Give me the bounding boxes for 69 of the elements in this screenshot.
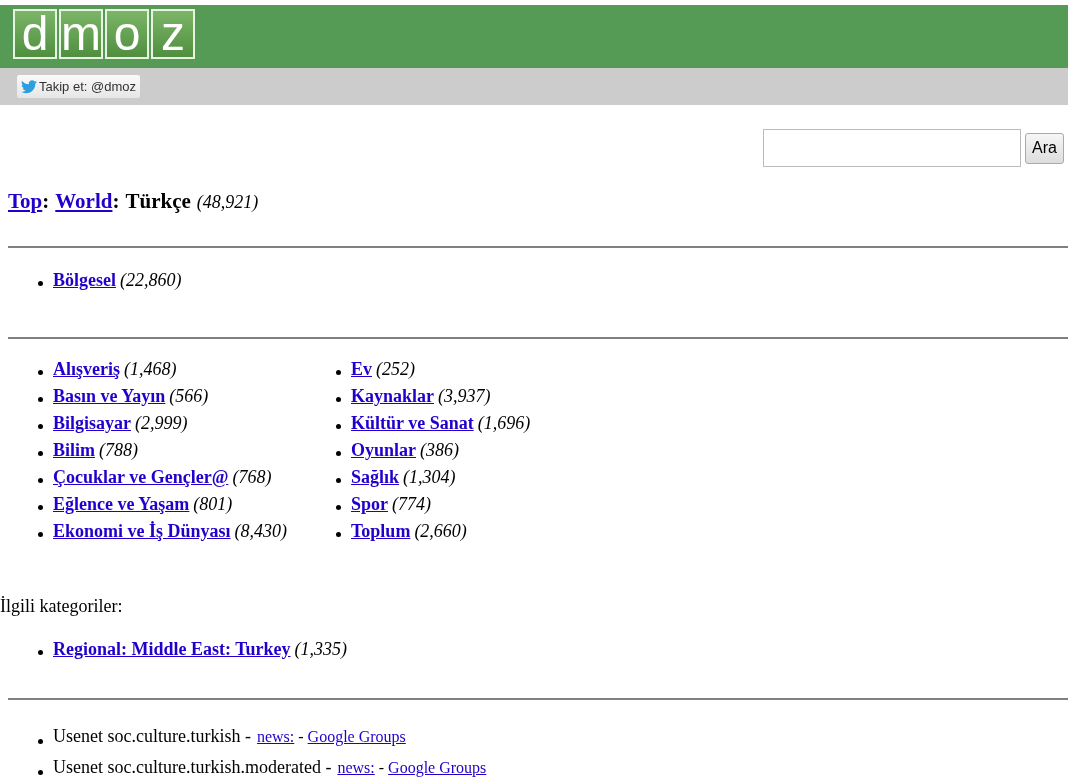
separator: : [42,189,50,214]
search-field[interactable] [763,129,1022,167]
newsgroup-name: Usenet soc.culture.turkish - [53,726,251,747]
category-link[interactable]: Sağlık [351,467,400,488]
separator: - [298,728,304,746]
section-heading: İlgili kategoriler: [0,595,124,617]
item-count: (566) [169,386,209,407]
category-title: Türkçe [125,189,191,214]
bullet-icon [38,451,43,456]
category-link[interactable]: Spor [351,494,388,515]
category-link[interactable]: Toplum [351,521,411,542]
bullet-icon [38,505,43,510]
category-link[interactable]: Bölgesel [53,270,116,291]
item-count: (774) [392,494,431,515]
bullet-icon [38,739,43,744]
search-button[interactable]: Ara [1025,132,1064,164]
bullet-icon [38,650,43,655]
item-count: (8,430) [234,521,288,542]
category-link[interactable]: Ev [351,359,372,380]
item-count: (2,999) [135,413,188,434]
bullet-icon [38,532,43,537]
item-count: (1,304) [403,467,456,488]
news-link[interactable]: news: [256,728,295,746]
category-link[interactable]: Alışveriş [53,359,120,380]
item-count: (1,468) [124,359,177,380]
bullet-icon [336,532,341,537]
item-count: (2,660) [414,521,467,542]
category-link[interactable]: Eğlence ve Yaşam [53,494,190,515]
bullet-icon [336,424,341,429]
item-count: (386) [420,440,459,461]
category-link[interactable]: Ekonomi ve İş Dünyası [53,521,231,542]
item-count: (252) [376,359,415,380]
item-count: (1,696) [477,413,531,434]
bullet-icon [38,424,43,429]
bullet-icon [336,451,341,456]
google-groups-link[interactable]: Google Groups [307,728,406,746]
separator: : [112,189,120,214]
item-count: (3,937) [438,386,491,407]
category-link[interactable]: Kaynaklar [351,386,434,407]
bullet-icon [336,370,341,375]
news-link[interactable]: news: [337,759,375,777]
bullet-icon [336,478,341,483]
google-groups-link[interactable]: Google Groups [388,759,487,777]
bullet-icon [38,770,43,775]
item-count: (48,921) [196,192,259,213]
category-link[interactable]: Oyunlar [351,440,416,461]
breadcrumb-link[interactable]: Top [8,189,43,214]
bullet-icon [336,505,341,510]
bullet-icon [38,281,43,286]
item-count: (768) [232,467,272,488]
item-count: (22,860) [120,270,182,291]
item-count: (788) [99,440,138,461]
follow-button[interactable]: Takip et: @dmoz [16,74,141,99]
bullet-icon [38,478,43,483]
category-link[interactable]: Bilgisayar [53,413,131,434]
bullet-icon [38,370,43,375]
category-link[interactable]: Kültür ve Sanat [351,413,474,434]
item-count: (1,335) [294,639,348,660]
bullet-icon [38,397,43,402]
newsgroup-name: Usenet soc.culture.turkish.moderated - [53,757,332,778]
bird-icon [21,79,37,94]
bullet-icon [336,397,341,402]
category-link[interactable]: Basın ve Yayın [53,386,166,407]
breadcrumb-link[interactable]: World [55,189,113,214]
separator: - [378,759,385,777]
category-link[interactable]: Bilim [53,440,95,461]
category-link[interactable]: Çocuklar ve Gençler@ [53,467,229,488]
item-count: (801) [193,494,233,515]
category-link[interactable]: Regional: Middle East: Turkey [53,639,291,660]
